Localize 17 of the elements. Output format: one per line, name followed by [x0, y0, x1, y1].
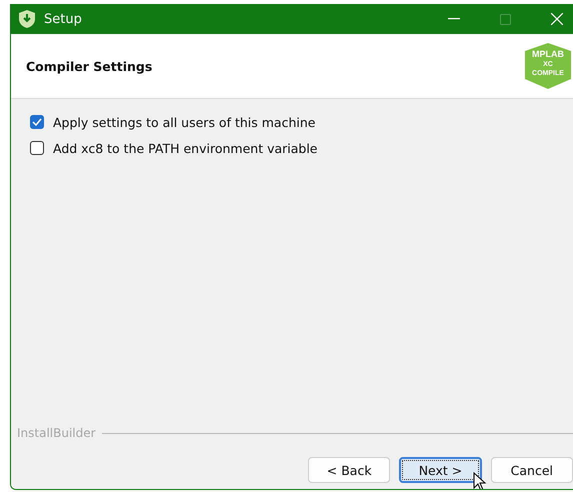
checkbox[interactable] [30, 115, 44, 129]
checkbox-label: Add xc8 to the PATH environment variable [53, 140, 318, 156]
minimize-icon[interactable] [448, 18, 460, 20]
page-title: Compiler Settings [26, 58, 152, 74]
maximize-icon [500, 14, 511, 24]
checkbox[interactable] [30, 141, 44, 155]
dialog-button[interactable]: Next > [399, 457, 482, 483]
dialog-button[interactable]: Cancel [490, 457, 573, 483]
hexagon-logo-icon [523, 43, 573, 89]
checkbox-label: Apply settings to all users of this machine [53, 114, 316, 130]
logo-text: MPLAB [531, 50, 565, 59]
window-title: Setup [44, 12, 82, 26]
cursor-icon [473, 472, 487, 489]
shield-icon [19, 10, 35, 28]
close-icon[interactable] [551, 13, 563, 25]
brand-label: InstallBuilder [17, 426, 96, 440]
dialog-button[interactable]: < Back [308, 457, 390, 483]
